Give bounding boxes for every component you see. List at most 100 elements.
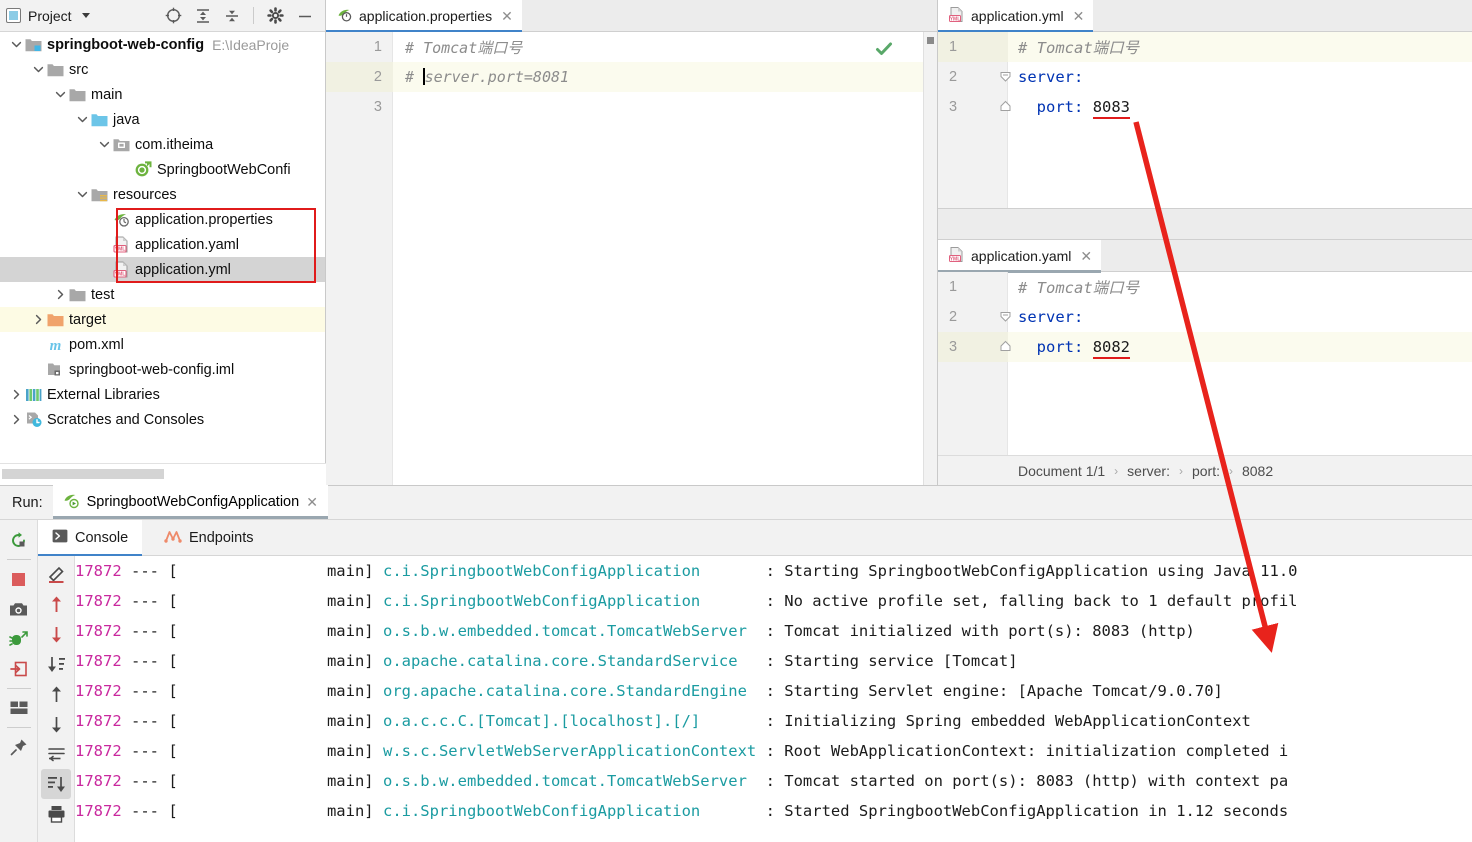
tree-node-springboot-web-config-iml[interactable]: springboot-web-config.iml [0,357,325,382]
close-icon[interactable]: ✕ [1073,8,1085,25]
inspection-ok-checkmark[interactable] [875,40,893,61]
tree-node-main[interactable]: main [0,82,325,107]
stripe-marker[interactable] [927,37,934,44]
expand-all-icon[interactable] [195,8,211,24]
breadcrumb-item-port[interactable]: port: [1192,463,1220,479]
fold-expand-icon[interactable] [998,69,1013,84]
screenshot-icon[interactable] [4,594,34,624]
editor-splitter-gap[interactable] [938,208,1472,240]
chevron-down-icon[interactable] [8,32,24,57]
tree-spacer [96,232,112,257]
fold-expand-icon[interactable] [998,309,1013,324]
project-tree[interactable]: springboot-web-configE:\IdeaProjesrcmain… [0,32,325,463]
down-red-icon[interactable] [41,619,71,649]
tab-application-yaml[interactable]: YML application.yaml ✕ [938,240,1101,272]
line-text: server: [1008,68,1083,86]
tree-node-application-yml[interactable]: YMLapplication.yml [0,257,325,282]
chevron-down-icon[interactable] [74,107,90,132]
line-text: server: [1008,308,1083,326]
log-separator: --- [ [122,742,178,760]
up-red-icon[interactable] [41,589,71,619]
tree-node-external-libraries[interactable]: External Libraries [0,382,325,407]
tab-application-yml[interactable]: YML application.yml ✕ [938,0,1093,32]
tree-node-application-yaml[interactable]: YMLapplication.yaml [0,232,325,257]
soft-wrap-icon[interactable] [41,739,71,769]
line-number: 1 [938,272,1008,302]
collapse-all-icon[interactable] [224,8,240,24]
log-pid: 17872 [75,652,122,670]
chevron-down-icon[interactable] [30,57,46,82]
tree-node-com-itheima[interactable]: com.itheima [0,132,325,157]
rerun-icon[interactable] [4,525,34,555]
debug-attach-icon[interactable] [4,624,34,654]
project-title-label: Project [28,8,72,24]
chevron-right-icon[interactable] [30,307,46,332]
log-separator: --- [ [122,622,178,640]
close-icon[interactable]: ✕ [501,8,513,25]
close-icon[interactable]: ✕ [306,494,318,511]
tree-node-springboot-web-config[interactable]: springboot-web-configE:\IdeaProje [0,32,325,57]
minimize-icon[interactable] [297,8,313,24]
chevron-right-icon[interactable] [8,407,24,432]
up-icon[interactable] [41,679,71,709]
log-message: : Starting service [Tomcat] [766,652,1018,670]
print-icon[interactable] [41,799,71,829]
line-text: port: 8082 [1008,338,1130,356]
tree-node-pom-xml[interactable]: mpom.xml [0,332,325,357]
scrollbar-thumb[interactable] [2,469,164,479]
pin-icon[interactable] [4,732,34,762]
tree-node-test[interactable]: test [0,282,325,307]
console-output[interactable]: 17872 --- [ main] c.i.SpringbootWebConfi… [75,556,1472,842]
tree-node-springbootwebconfi[interactable]: SpringbootWebConfi [0,157,325,182]
project-horizontal-scrollbar[interactable] [0,463,326,485]
spring-run-icon [63,492,80,513]
run-configuration-tab[interactable]: SpringbootWebConfigApplication ✕ [53,485,328,519]
tree-node-src[interactable]: src [0,57,325,82]
tree-node-label: target [69,312,106,328]
breadcrumb-item-value[interactable]: 8082 [1242,463,1273,479]
edit-icon[interactable] [41,559,71,589]
breadcrumb-item-server[interactable]: server: [1127,463,1170,479]
scroll-to-end-icon[interactable] [41,769,71,799]
log-logger: o.s.b.w.embedded.tomcat.TomcatWebServer [383,622,747,640]
tab-console[interactable]: Console [38,520,142,556]
down-icon[interactable] [41,709,71,739]
chevron-down-icon[interactable] [74,182,90,207]
gear-icon[interactable] [267,7,284,24]
tree-node-scratches-and-consoles[interactable]: Scratches and Consoles [0,407,325,432]
log-thread: main] [178,802,374,820]
breadcrumb-item-document[interactable]: Document 1/1 [1018,463,1105,479]
folder-icon [46,57,65,82]
tree-spacer [96,207,112,232]
chevron-right-icon[interactable] [52,282,68,307]
stop-icon[interactable] [4,564,34,594]
tab-endpoints[interactable]: Endpoints [150,520,268,556]
layout-icon[interactable] [4,693,34,723]
export-icon[interactable] [4,654,34,684]
log-logger: c.i.SpringbootWebConfigApplication [383,802,700,820]
tree-node-application-properties[interactable]: application.properties [0,207,325,232]
sort-icon[interactable] [41,649,71,679]
chevron-down-icon[interactable] [82,13,90,18]
locate-icon[interactable] [165,7,182,24]
folder-icon [68,82,87,107]
chevron-right-icon[interactable] [8,382,24,407]
tree-node-resources[interactable]: resources [0,182,325,207]
log-logger: o.a.c.c.C.[Tomcat].[localhost].[/] [383,712,700,730]
breadcrumb: Document 1/1 › server: › port: › 8082 [938,455,1472,485]
editor-error-stripe[interactable] [923,32,937,485]
close-icon[interactable]: ✕ [1080,248,1092,265]
tab-application-properties[interactable]: application.properties ✕ [326,0,522,32]
console-icon [52,529,68,547]
chevron-down-icon[interactable] [96,132,112,157]
code-line: 1 # Tomcat端口号 [938,272,1472,302]
log-pid: 17872 [75,772,122,790]
log-message: : Root WebApplicationContext: initializa… [766,742,1289,760]
folder-icon [68,282,87,307]
project-title-button[interactable]: Project [6,8,90,24]
chevron-down-icon[interactable] [52,82,68,107]
log-message: : Starting SpringbootWebConfigApplicatio… [766,562,1298,580]
code-area-properties[interactable]: 1 # Tomcat端口号 2 # server.port=8081 3 [326,32,937,485]
tree-node-java[interactable]: java [0,107,325,132]
tree-node-target[interactable]: target [0,307,325,332]
